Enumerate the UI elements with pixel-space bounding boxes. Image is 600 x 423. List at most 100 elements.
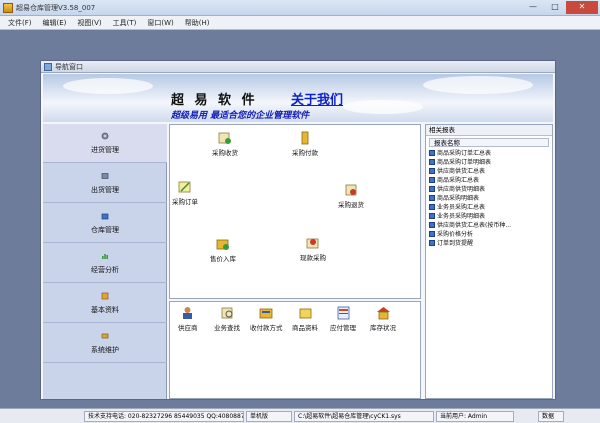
menu-bar: 文件(F) 编辑(E) 视图(V) 工具(T) 窗口(W) 帮助(H) xyxy=(0,16,600,30)
cash-purchase-icon xyxy=(306,238,319,249)
report-icon xyxy=(429,221,435,228)
navigation-window-title-bar: 导航窗口 xyxy=(41,61,555,73)
status-support: 技术支持电话: 020-82327296 85449035 QQ:4080887… xyxy=(84,410,244,422)
nav-item-system[interactable]: 系统维护 xyxy=(43,324,167,363)
report-item[interactable]: 商品采购订单汇总表 xyxy=(429,148,549,157)
flow-purchase-payment[interactable]: 采购付款 xyxy=(292,131,318,157)
menu-help[interactable]: 帮助(H) xyxy=(185,18,210,28)
warehouse-icon xyxy=(101,213,109,219)
tools-icon xyxy=(101,333,109,338)
search-icon xyxy=(221,307,232,319)
report-item[interactable]: 订单到货提醒 xyxy=(429,238,549,247)
cloud-decoration xyxy=(63,78,153,94)
report-item[interactable]: 业务员采购明细表 xyxy=(429,211,549,220)
report-item[interactable]: 业务员采购汇总表 xyxy=(429,202,549,211)
flow-stock-in[interactable]: 售价入库 xyxy=(210,237,236,263)
receive-icon xyxy=(218,132,231,144)
minimize-button[interactable]: — xyxy=(522,1,544,14)
nav-item-label: 仓库管理 xyxy=(91,225,119,234)
maximize-button[interactable]: □ xyxy=(544,1,566,14)
report-icon xyxy=(429,212,435,219)
order-icon xyxy=(178,181,191,193)
flow-purchase-return[interactable]: 采购退货 xyxy=(338,183,364,209)
report-icon xyxy=(429,239,435,246)
report-item[interactable]: 供应商供货明细表 xyxy=(429,184,549,193)
payment-icon xyxy=(301,131,309,145)
status-path: C:\超易软件\超易仓库管理\cyCK1.sys xyxy=(294,410,434,422)
status-bar: 技术支持电话: 020-82327296 85449035 QQ:4080887… xyxy=(0,408,600,423)
menu-edit[interactable]: 编辑(E) xyxy=(43,18,67,28)
nav-item-label: 出货管理 xyxy=(91,185,119,194)
report-icon xyxy=(429,158,435,165)
inventory-icon xyxy=(376,307,390,320)
report-icon xyxy=(429,149,435,156)
close-button[interactable]: ✕ xyxy=(566,1,598,14)
nav-item-warehouse[interactable]: 仓库管理 xyxy=(43,204,167,243)
related-reports-panel: 相关报表 报表名称 商品采购订单汇总表 商品采购订单明细表 供应商供货汇总表 商… xyxy=(425,124,553,399)
reports-column-header[interactable]: 报表名称 xyxy=(429,138,549,147)
payment-method-icon xyxy=(259,308,273,319)
nav-item-label: 进货管理 xyxy=(91,145,119,154)
reports-list: 商品采购订单汇总表 商品采购订单明细表 供应商供货汇总表 商品采购汇总表 供应商… xyxy=(429,148,549,247)
menu-file[interactable]: 文件(F) xyxy=(8,18,32,28)
app-title-bar: 超易仓库管理V3.58_007 — □ ✕ xyxy=(0,0,600,16)
menu-tools[interactable]: 工具(T) xyxy=(113,18,137,28)
status-user: 当前用户: Admin xyxy=(436,410,514,422)
cube-icon xyxy=(101,172,109,179)
left-navigation: 进货管理 出货管理 仓库管理 经营分析 基本资料 系统维护 xyxy=(43,124,167,399)
purchase-flow-panel: 采购收货 采购付款 采购订单 采购退货 售价入库 现款采购 xyxy=(169,124,421,299)
app-title: 超易仓库管理V3.58_007 xyxy=(16,3,96,12)
brand-name: 超 易 软 件 xyxy=(171,93,258,108)
status-mode: 单机版 xyxy=(246,410,292,422)
window-controls: — □ ✕ xyxy=(522,1,598,14)
tool-payable[interactable]: 应付管理 xyxy=(330,306,356,332)
menu-window[interactable]: 窗口(W) xyxy=(147,18,173,28)
report-item[interactable]: 商品采购明细表 xyxy=(429,193,549,202)
stock-in-icon xyxy=(216,239,229,250)
report-icon xyxy=(429,185,435,192)
nav-item-label: 经营分析 xyxy=(91,265,119,274)
chart-icon xyxy=(102,253,108,259)
nav-item-label: 系统维护 xyxy=(91,345,119,354)
slogan: 超级易用 最适合您的企业管理软件 xyxy=(171,111,310,121)
return-icon xyxy=(345,184,357,196)
supplier-icon xyxy=(183,307,193,319)
cloud-decoration xyxy=(343,100,423,114)
nav-item-purchase[interactable]: 进货管理 xyxy=(43,124,167,163)
report-item[interactable]: 商品采购汇总表 xyxy=(429,175,549,184)
banner: 超 易 软 件 关于我们 超级易用 最适合您的企业管理软件 xyxy=(43,74,553,122)
report-icon xyxy=(429,194,435,201)
card-icon xyxy=(101,292,109,299)
gear-icon xyxy=(101,132,109,139)
payable-icon xyxy=(337,306,349,320)
tool-supplier[interactable]: 供应商 xyxy=(178,306,198,332)
report-item[interactable]: 采购价格分析 xyxy=(429,229,549,238)
goods-icon xyxy=(299,308,311,319)
cloud-decoration xyxy=(423,76,533,94)
nav-item-sales[interactable]: 出货管理 xyxy=(43,164,167,203)
reports-header: 相关报表 xyxy=(426,125,552,136)
nav-item-basic-data[interactable]: 基本资料 xyxy=(43,284,167,323)
tool-payment-method[interactable]: 收付款方式 xyxy=(250,306,283,332)
status-caps: 数据 xyxy=(538,410,564,422)
tool-inventory[interactable]: 库存状况 xyxy=(370,306,396,332)
nav-item-analysis[interactable]: 经营分析 xyxy=(43,244,167,283)
tool-business-search[interactable]: 业务查找 xyxy=(214,306,240,332)
report-icon xyxy=(429,203,435,210)
window-icon xyxy=(44,62,52,71)
quick-tools-panel: 供应商 业务查找 收付款方式 商品资料 应付管理 库存状况 xyxy=(169,301,421,399)
flow-cash-purchase[interactable]: 现款采购 xyxy=(300,236,326,262)
report-icon xyxy=(429,176,435,183)
menu-view[interactable]: 视图(V) xyxy=(77,18,101,28)
app-icon xyxy=(3,2,13,13)
flow-purchase-receive[interactable]: 采购收货 xyxy=(212,131,238,157)
about-us-link[interactable]: 关于我们 xyxy=(291,89,343,108)
tool-goods-data[interactable]: 商品资料 xyxy=(292,306,318,332)
report-item[interactable]: 供应商供货汇总表 xyxy=(429,166,549,175)
flow-purchase-order[interactable]: 采购订单 xyxy=(172,180,198,206)
report-item[interactable]: 商品采购订单明细表 xyxy=(429,157,549,166)
report-item[interactable]: 供应商供货汇总表(按币种... xyxy=(429,220,549,229)
report-icon xyxy=(429,167,435,174)
report-icon xyxy=(429,230,435,237)
navigation-window: 导航窗口 超 易 软 件 关于我们 超级易用 最适合您的企业管理软件 进货管理 … xyxy=(40,60,556,400)
